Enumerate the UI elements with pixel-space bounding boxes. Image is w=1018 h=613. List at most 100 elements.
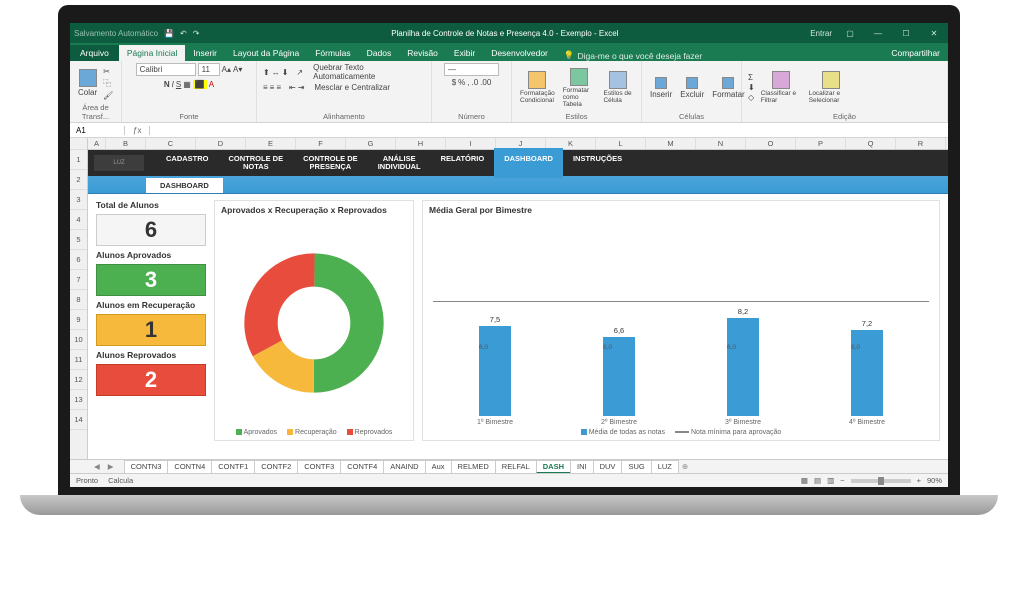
- percent-icon[interactable]: %: [458, 78, 465, 87]
- align-top-icon[interactable]: ⬆: [263, 68, 270, 77]
- sheet-tab[interactable]: INI: [570, 460, 594, 474]
- tab-layout[interactable]: Layout da Página: [225, 45, 307, 61]
- zoom-in-button[interactable]: +: [917, 476, 921, 485]
- sheet-tab[interactable]: SUG: [621, 460, 651, 474]
- dashboard-tab[interactable]: CONTROLE DE NOTAS: [219, 148, 294, 179]
- sheet-tab[interactable]: ANAIND: [383, 460, 425, 474]
- autosum-icon[interactable]: Σ: [748, 73, 755, 82]
- comma-icon[interactable]: ,: [467, 78, 469, 87]
- ribbon-options-icon[interactable]: ▢: [840, 29, 860, 38]
- zoom-level[interactable]: 90%: [927, 476, 942, 485]
- align-left-icon[interactable]: ≡: [263, 83, 268, 92]
- row-header[interactable]: 5: [70, 230, 87, 250]
- decrease-indent-icon[interactable]: ⇤: [289, 83, 296, 92]
- insert-cells-button[interactable]: Inserir: [648, 77, 674, 99]
- sheet-nav-next[interactable]: ▶: [104, 462, 118, 471]
- share-button[interactable]: Compartilhar: [883, 45, 948, 61]
- row-header[interactable]: 6: [70, 250, 87, 270]
- row-header[interactable]: 4: [70, 210, 87, 230]
- paste-button[interactable]: Colar: [76, 69, 99, 97]
- copy-icon[interactable]: ⿻: [103, 78, 113, 89]
- cut-icon[interactable]: ✂: [103, 67, 113, 76]
- save-icon[interactable]: 💾: [164, 29, 174, 38]
- align-right-icon[interactable]: ≡: [276, 83, 281, 92]
- row-header[interactable]: 7: [70, 270, 87, 290]
- sheet-tab[interactable]: RELFAL: [495, 460, 537, 474]
- conditional-formatting-button[interactable]: Formatação Condicional: [518, 71, 557, 104]
- view-normal-icon[interactable]: ▦: [801, 476, 808, 485]
- sort-filter-button[interactable]: Classificar e Filtrar: [759, 71, 803, 104]
- name-box[interactable]: A1: [70, 126, 125, 135]
- zoom-slider[interactable]: [851, 479, 911, 483]
- col-header[interactable]: M: [646, 138, 696, 149]
- format-as-table-button[interactable]: Formatar como Tabela: [561, 68, 598, 108]
- sheet-tab[interactable]: DUV: [593, 460, 623, 474]
- maximize-icon[interactable]: ☐: [896, 29, 916, 38]
- col-header[interactable]: N: [696, 138, 746, 149]
- sheet-nav-prev[interactable]: ◀: [90, 462, 104, 471]
- sheet-tab[interactable]: CONTN3: [124, 460, 169, 474]
- row-header[interactable]: 9: [70, 310, 87, 330]
- italic-button[interactable]: I: [172, 80, 174, 89]
- zoom-out-button[interactable]: −: [840, 476, 844, 485]
- increase-decimal-icon[interactable]: .0: [472, 78, 479, 87]
- sheet-tab[interactable]: CONTF1: [211, 460, 255, 474]
- dashboard-tab[interactable]: RELATÓRIO: [431, 148, 495, 179]
- dashboard-tab[interactable]: INSTRUÇÕES: [563, 148, 632, 179]
- row-header[interactable]: 12: [70, 370, 87, 390]
- view-layout-icon[interactable]: ▤: [814, 476, 821, 485]
- col-header[interactable]: Q: [846, 138, 896, 149]
- row-header[interactable]: 8: [70, 290, 87, 310]
- row-header[interactable]: 2: [70, 170, 87, 190]
- view-pagebreak-icon[interactable]: ▥: [827, 476, 834, 485]
- col-header[interactable]: A: [88, 138, 106, 149]
- row-header[interactable]: 11: [70, 350, 87, 370]
- fill-icon[interactable]: ⬇: [748, 83, 755, 92]
- clear-icon[interactable]: ◇: [748, 93, 755, 102]
- new-sheet-button[interactable]: ⊕: [682, 462, 688, 471]
- dashboard-tab[interactable]: CADASTRO: [156, 148, 219, 179]
- border-icon[interactable]: ▦: [183, 80, 191, 89]
- tab-view[interactable]: Exibir: [446, 45, 483, 61]
- signin-link[interactable]: Entrar: [810, 29, 832, 38]
- redo-icon[interactable]: ↷: [193, 29, 200, 38]
- currency-icon[interactable]: $: [452, 78, 456, 87]
- sheet-tab[interactable]: LUZ: [651, 460, 679, 474]
- autosave-toggle[interactable]: Salvamento Automático: [74, 29, 158, 38]
- col-header[interactable]: R: [896, 138, 946, 149]
- sheet-tab[interactable]: CONTF2: [254, 460, 298, 474]
- align-bottom-icon[interactable]: ⬇: [282, 68, 289, 77]
- font-size-combo[interactable]: 11: [198, 63, 220, 76]
- row-header[interactable]: 13: [70, 390, 87, 410]
- row-header[interactable]: 1: [70, 150, 87, 170]
- align-middle-icon[interactable]: ↔: [272, 68, 280, 77]
- wrap-text-button[interactable]: Quebrar Texto Automaticamente: [313, 63, 425, 81]
- number-format-combo[interactable]: —: [444, 63, 499, 76]
- format-painter-icon[interactable]: 🖌: [103, 91, 113, 100]
- decrease-decimal-icon[interactable]: .00: [480, 78, 491, 87]
- fx-icon[interactable]: ƒx: [125, 126, 150, 135]
- increase-indent-icon[interactable]: ⇥: [298, 83, 305, 92]
- col-header[interactable]: B: [106, 138, 146, 149]
- tell-me[interactable]: 💡Diga-me o que você deseja fazer: [564, 50, 702, 61]
- tab-insert[interactable]: Inserir: [185, 45, 225, 61]
- delete-cells-button[interactable]: Excluir: [678, 77, 706, 99]
- align-center-icon[interactable]: ≡: [270, 83, 275, 92]
- cell-styles-button[interactable]: Estilos de Célula: [601, 71, 635, 104]
- col-header[interactable]: O: [746, 138, 796, 149]
- fill-color-icon[interactable]: ⬛: [193, 80, 207, 89]
- formula-input[interactable]: [150, 126, 948, 135]
- font-name-combo[interactable]: Calibri: [136, 63, 196, 76]
- dashboard-tab[interactable]: ANÁLISE INDIVIDUAL: [368, 148, 431, 179]
- dashboard-subtab[interactable]: DASHBOARD: [146, 178, 223, 193]
- sheet-tab[interactable]: RELMED: [451, 460, 496, 474]
- tab-data[interactable]: Dados: [359, 45, 400, 61]
- dashboard-tab[interactable]: CONTROLE DE PRESENÇA: [293, 148, 368, 179]
- minimize-icon[interactable]: —: [868, 29, 888, 38]
- row-header[interactable]: 14: [70, 410, 87, 430]
- grow-font-icon[interactable]: A▴: [222, 65, 231, 74]
- shrink-font-icon[interactable]: A▾: [233, 65, 242, 74]
- sheet-tab[interactable]: Aux: [425, 460, 452, 474]
- dashboard-tab[interactable]: DASHBOARD: [494, 148, 563, 179]
- tab-review[interactable]: Revisão: [399, 45, 446, 61]
